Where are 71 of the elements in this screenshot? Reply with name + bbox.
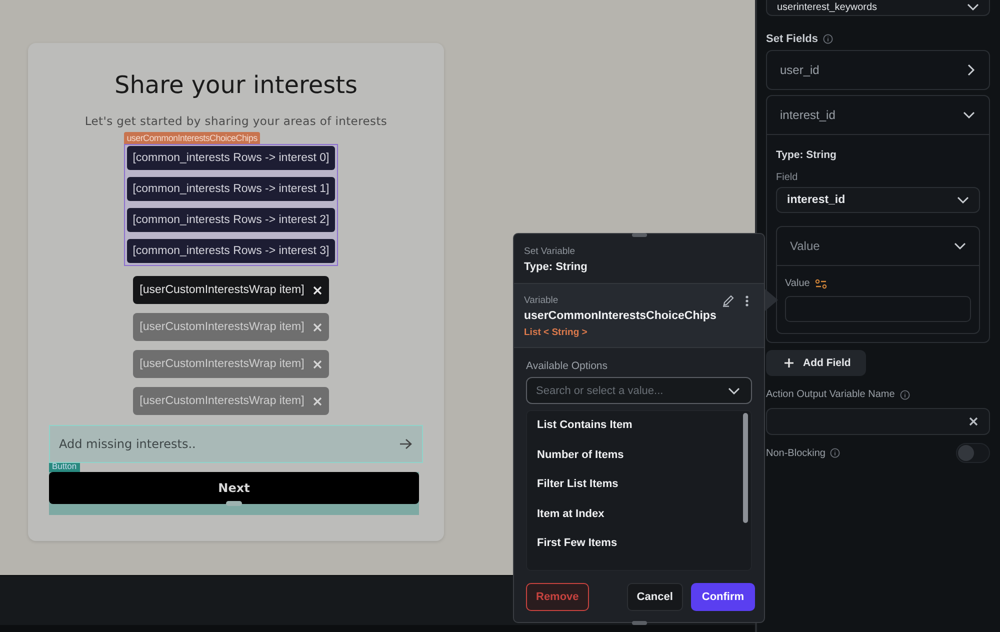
field-dropdown[interactable]: interest_id xyxy=(776,187,980,213)
option-item[interactable]: Item at Index xyxy=(537,508,751,537)
cancel-button[interactable]: Cancel xyxy=(626,583,683,611)
chevron-right-icon xyxy=(967,64,975,76)
close-icon xyxy=(313,396,322,406)
chip-label: [userCustomInterestsWrap item] xyxy=(140,358,304,370)
choice-chip[interactable]: [common_interests Rows -> interest 1] xyxy=(126,177,336,201)
output-name-input[interactable] xyxy=(766,408,990,435)
chevron-down-icon xyxy=(967,3,979,11)
chevron-down-icon xyxy=(728,387,740,395)
resize-handle[interactable] xyxy=(226,501,242,506)
section-label: Set Fields xyxy=(766,33,818,45)
choice-chip[interactable]: [common_interests Rows -> interest 2] xyxy=(126,208,336,232)
add-field-button[interactable]: Add Field xyxy=(766,350,866,376)
chip-label: [userCustomInterestsWrap item] xyxy=(140,395,304,407)
confirm-button[interactable]: Confirm xyxy=(690,583,756,611)
chevron-down-icon xyxy=(957,196,969,204)
interest-input[interactable]: Add missing interests.. xyxy=(49,425,423,463)
dropdown-value: userinterest_keywords xyxy=(777,2,878,12)
chevron-down-icon xyxy=(963,111,975,119)
field-name: user_id xyxy=(780,63,820,77)
field-name: interest_id xyxy=(780,108,836,122)
arrow-right-icon xyxy=(399,438,413,450)
variable-name: userCommonInterestsChoiceChips xyxy=(524,310,718,322)
close-icon xyxy=(313,322,322,332)
section-label: Available Options xyxy=(526,360,609,372)
value-input[interactable] xyxy=(785,296,971,322)
drag-handle[interactable] xyxy=(632,233,647,237)
collection-dropdown[interactable]: userinterest_keywords xyxy=(766,0,990,16)
dropdown-value: Value xyxy=(790,239,820,253)
page-title: Share your interests xyxy=(114,71,358,101)
option-item[interactable]: Number of Items xyxy=(537,448,751,478)
option-item[interactable]: First Few Items xyxy=(537,537,751,566)
popup-label: Variable xyxy=(524,295,558,306)
toggle-switch[interactable] xyxy=(956,443,990,463)
type-label: Type: String xyxy=(524,261,588,273)
close-icon xyxy=(969,417,978,426)
variable-type: List < String > xyxy=(524,327,588,338)
next-button[interactable]: Next xyxy=(49,472,419,504)
field-row[interactable]: user_id xyxy=(767,51,989,89)
option-item[interactable]: Filter List Items xyxy=(537,478,751,508)
dropdown-value: interest_id xyxy=(787,194,846,206)
close-icon xyxy=(313,286,322,294)
field-row[interactable]: interest_id xyxy=(767,96,989,134)
option-item[interactable]: List Contains Item xyxy=(537,419,751,448)
value-label: Value xyxy=(785,278,810,289)
widget-tag: userCommonInterestsChoiceChips xyxy=(124,132,260,144)
plus-icon xyxy=(784,358,794,368)
toggle-label: Non-Blocking xyxy=(766,448,826,458)
search-field[interactable]: Search or select a value... xyxy=(526,377,752,404)
page-subtitle: Let's get started by sharing your areas of interests xyxy=(84,114,388,128)
drag-handle[interactable] xyxy=(632,621,647,625)
more-icon[interactable] xyxy=(745,294,749,306)
pencil-icon[interactable] xyxy=(722,294,735,307)
info-icon xyxy=(900,390,910,400)
type-label: Type: String xyxy=(776,149,838,161)
chip-label: [userCustomInterestsWrap item] xyxy=(140,284,304,296)
chevron-down-icon xyxy=(954,242,966,250)
info-icon xyxy=(822,34,833,44)
value-header[interactable]: Value xyxy=(777,227,979,266)
popup-label: Set Variable xyxy=(524,246,576,257)
chip-label: [userCustomInterestsWrap item] xyxy=(140,321,304,333)
choice-chip[interactable]: [common_interests Rows -> interest 3] xyxy=(126,239,336,263)
scrollbar-thumb[interactable] xyxy=(743,413,748,523)
field-label: Field xyxy=(776,172,799,183)
interest-chip[interactable]: [userCustomInterestsWrap item] xyxy=(132,276,330,304)
info-icon xyxy=(830,448,840,458)
field-label: Action Output Variable Name xyxy=(766,389,895,400)
choice-chip[interactable]: [common_interests Rows -> interest 0] xyxy=(126,146,336,170)
variable-icon xyxy=(814,278,827,288)
close-icon xyxy=(313,360,322,368)
